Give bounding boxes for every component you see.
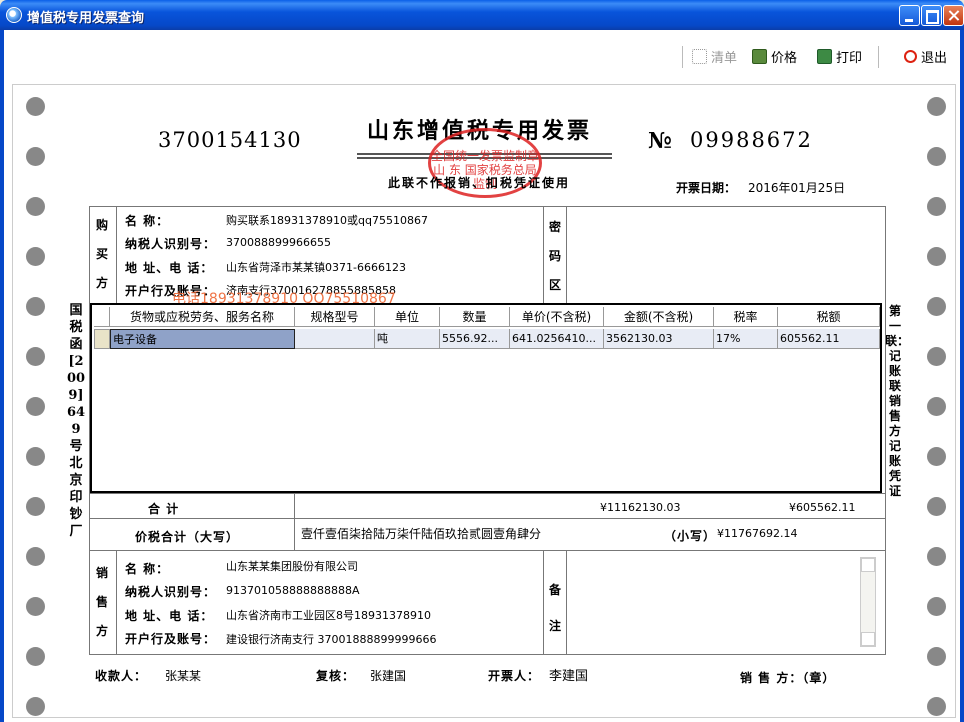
divider [89, 518, 886, 519]
invoice-subtitle: 此联不作报销、扣税凭证使用 [388, 176, 571, 190]
buyer-taxid: 370088899966655 [226, 236, 331, 249]
table-cell[interactable]: 641.0256410... [510, 329, 604, 349]
words-total-label: 价税合计（大写） [135, 530, 240, 544]
buyer-side-label: 购买方 [95, 218, 108, 290]
column-header[interactable]: 税率 [714, 307, 778, 327]
perforation-hole [26, 197, 45, 216]
column-header[interactable]: 规格型号 [295, 307, 375, 327]
table-cell[interactable]: 605562.11 [778, 329, 880, 349]
scroll-up-icon[interactable] [861, 558, 875, 572]
perforation-hole [927, 547, 946, 566]
number-label: № [648, 128, 672, 154]
perforation-hole [26, 597, 45, 616]
invoice-code: 3700154130 [158, 128, 302, 152]
remarks-label: 备注 [548, 583, 561, 633]
perforation-hole [927, 647, 946, 666]
divider [294, 493, 295, 550]
perforation-hole [26, 347, 45, 366]
perforation-hole [26, 447, 45, 466]
seller-bank: 建设银行济南支行 37001888899999666 [226, 633, 437, 646]
buyer-name-label: 名 称： [125, 214, 170, 228]
items-table: 货物或应税劳务、服务名称 规格型号 单位 数量 单价(不含税) 金额(不含税) … [90, 303, 882, 493]
column-header[interactable]: 单价(不含税) [510, 307, 604, 327]
column-header[interactable]: 单位 [375, 307, 440, 327]
column-header[interactable]: 货物或应税劳务、服务名称 [110, 307, 295, 327]
seller-name: 山东某某集团股份有限公司 [226, 560, 358, 573]
perforation-hole [26, 147, 45, 166]
perforation-hole [927, 397, 946, 416]
table-cell[interactable] [295, 329, 375, 349]
seller-taxid: 913701058888888888A [226, 584, 360, 597]
small-total: ¥11767692.14 [717, 527, 798, 540]
perforation-hole [927, 597, 946, 616]
seller-bank-label: 开户行及账号： [125, 632, 217, 646]
buyer-address-label: 地 址、电 话： [125, 261, 214, 275]
payee: 张某某 [165, 669, 202, 683]
total-amount: ¥11162130.03 [600, 501, 681, 514]
row-selector[interactable] [94, 329, 110, 349]
table-cell[interactable]: 电子设备 [110, 329, 295, 349]
divider [543, 206, 544, 303]
seller-address-label: 地 址、电 话： [125, 609, 214, 623]
divider [566, 550, 567, 655]
perforation-hole [927, 297, 946, 316]
perforation-hole [927, 197, 946, 216]
table-cell[interactable]: 5556.92... [440, 329, 510, 349]
table-cell[interactable]: 吨 [375, 329, 440, 349]
perforation-hole [927, 247, 946, 266]
password-area-label: 密码区 [548, 220, 561, 292]
reviewer: 张建国 [370, 669, 407, 683]
perforation-hole [927, 447, 946, 466]
perforation-hole [927, 147, 946, 166]
perforation-hole [927, 347, 946, 366]
perforation-hole [26, 547, 45, 566]
seller-address: 山东省济南市工业园区8号18931378910 [226, 609, 431, 622]
invoice-date: 2016年01月25日 [748, 181, 846, 195]
column-header[interactable]: 税额 [778, 307, 880, 327]
perforation-hole [927, 697, 946, 716]
divider [116, 206, 117, 303]
perforation-hole [26, 697, 45, 716]
divider [566, 206, 567, 303]
table-cell[interactable]: 3562130.03 [604, 329, 714, 349]
small-total-label: （小写） [664, 529, 717, 543]
perforation-hole [26, 297, 45, 316]
perforation-hole [26, 647, 45, 666]
divider [89, 550, 886, 551]
table-cell[interactable]: 17% [714, 329, 778, 349]
total-tax: ¥605562.11 [789, 501, 856, 514]
invoice: 3700154130 山东增值税专用发票 全国统一发票监制章 山 东 国家税务总… [0, 0, 964, 722]
perforation-hole [26, 397, 45, 416]
words-total: 壹仟壹佰柒拾陆万柒仟陆佰玖拾贰圆壹角肆分 [301, 527, 542, 541]
perforation-hole [26, 97, 45, 116]
column-header[interactable]: 金额(不含税) [604, 307, 714, 327]
buyer-address: 山东省菏泽市某某镇0371-6666123 [226, 261, 406, 274]
issuer: 李建国 [549, 669, 589, 684]
buyer-taxid-label: 纳税人识别号： [125, 237, 217, 251]
seller-name-label: 名 称： [125, 562, 170, 576]
divider [543, 550, 544, 655]
buyer-name: 购买联系18931378910或qq75510867 [226, 214, 428, 227]
printer-note: 国税函[2009]649号北京印钞厂 [66, 303, 86, 539]
divider [89, 493, 886, 494]
review-label: 复核： [316, 669, 356, 683]
row-header-corner [94, 307, 110, 327]
perforation-hole [26, 497, 45, 516]
issuer-label: 开票人： [488, 669, 541, 683]
perforation-hole [927, 97, 946, 116]
scroll-down-icon[interactable] [861, 632, 875, 646]
seller-taxid-label: 纳税人识别号： [125, 585, 217, 599]
seller-seal-label: 销 售 方：（章） [740, 671, 836, 685]
total-label: 合 计 [148, 502, 180, 516]
perforation-hole [927, 497, 946, 516]
payee-label: 收款人： [95, 669, 148, 683]
seller-side-label: 销售方 [95, 566, 108, 638]
perforation-hole [26, 247, 45, 266]
copy-note: 第一联：记账联 销售方记账凭证 [885, 304, 910, 498]
invoice-number: 09988672 [690, 128, 813, 152]
divider [116, 550, 117, 655]
remarks-scrollbar[interactable] [860, 557, 876, 647]
column-header[interactable]: 数量 [440, 307, 510, 327]
date-label: 开票日期： [676, 181, 737, 195]
